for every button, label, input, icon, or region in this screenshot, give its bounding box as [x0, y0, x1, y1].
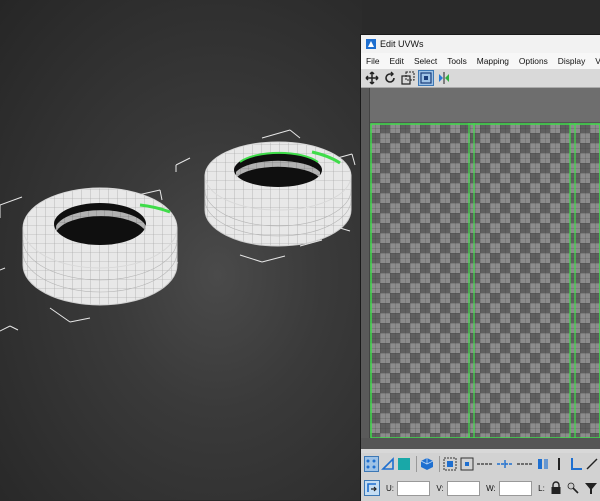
align-vertical-button[interactable] — [552, 456, 566, 472]
menu-file[interactable]: File — [361, 56, 385, 66]
ring-icon — [496, 460, 513, 468]
edge-loop-icon — [516, 463, 533, 465]
u-field[interactable] — [397, 480, 431, 496]
toolbar-separator — [416, 456, 417, 472]
menu-mapping[interactable]: Mapping — [472, 56, 514, 66]
scale-button[interactable] — [400, 70, 416, 86]
paint-select-icon — [537, 459, 548, 469]
toolbar-separator — [439, 456, 441, 472]
edit-uvws-window[interactable]: Edit UVWs File Edit Select Tools Mapping… — [360, 34, 600, 501]
selection-toolbar — [361, 453, 600, 475]
perspective-viewport[interactable] — [0, 0, 362, 500]
freeform-icon — [420, 72, 432, 84]
align-vertical-icon — [558, 458, 561, 470]
align-corner-icon — [570, 458, 582, 470]
tire-mesh-left[interactable] — [22, 187, 178, 306]
menu-bar: File Edit Select Tools Mapping Options D… — [361, 53, 600, 69]
element-select-button[interactable] — [420, 456, 434, 472]
move-button[interactable] — [364, 70, 380, 86]
face-icon — [397, 458, 410, 470]
mirror-icon — [439, 72, 449, 84]
face-select-button[interactable] — [397, 456, 411, 472]
w-field[interactable] — [498, 480, 533, 496]
element-cube-icon — [420, 458, 434, 470]
menu-select[interactable]: Select — [409, 56, 442, 66]
app-icon — [366, 39, 376, 49]
loop-icon — [476, 463, 493, 465]
u-label: U: — [386, 483, 394, 493]
align-edge-icon — [586, 458, 598, 470]
scale-icon — [401, 71, 415, 85]
hide-selection-button[interactable] — [566, 480, 582, 496]
v-label: V: — [436, 483, 444, 493]
hide-icon — [568, 482, 579, 494]
l-label: L: — [538, 483, 545, 493]
shrink-selection-icon — [460, 457, 474, 471]
absolute-mode-button[interactable] — [364, 480, 380, 496]
edge-select-button[interactable] — [380, 456, 395, 472]
w-label: W: — [486, 483, 496, 493]
align-horizontal-button[interactable] — [568, 456, 582, 472]
viewport-scene — [0, 129, 356, 332]
edge-icon — [380, 457, 394, 470]
editor-bottom-strip — [361, 438, 600, 449]
editor-left-strip — [361, 88, 370, 449]
menu-view[interactable]: View — [590, 56, 600, 66]
window-title: Edit UVWs — [380, 39, 424, 49]
absolute-offset-icon — [367, 483, 377, 492]
rotate-icon — [385, 71, 395, 83]
uv-editor-canvas[interactable] — [361, 88, 600, 449]
vertex-icon — [366, 459, 376, 469]
shrink-selection-button[interactable] — [459, 456, 474, 472]
tire-mesh-right[interactable] — [204, 141, 352, 247]
coordinates-toolbar: U: V: W: L: — [361, 475, 600, 501]
freeform-button[interactable] — [418, 70, 434, 86]
uv-checker-texture — [370, 123, 600, 439]
grow-selection-icon — [443, 457, 457, 471]
ring-selection-button[interactable] — [496, 456, 514, 472]
menu-edit[interactable]: Edit — [385, 56, 409, 66]
edge-loop-button[interactable] — [516, 456, 534, 472]
menu-display[interactable]: Display — [553, 56, 590, 66]
filter-icon — [585, 483, 598, 494]
rotate-button[interactable] — [382, 70, 398, 86]
align-edge-button[interactable] — [585, 456, 599, 472]
window-titlebar[interactable]: Edit UVWs — [361, 35, 600, 53]
filter-button[interactable] — [583, 480, 599, 496]
paint-select-button[interactable] — [536, 456, 550, 472]
v-field[interactable] — [446, 480, 481, 496]
vertex-select-button[interactable] — [364, 456, 379, 472]
menu-tools[interactable]: Tools — [442, 56, 472, 66]
loop-selection-button[interactable] — [476, 456, 494, 472]
menu-options[interactable]: Options — [514, 56, 553, 66]
lock-selection-button[interactable] — [548, 480, 564, 496]
mirror-button[interactable] — [436, 70, 452, 86]
transform-toolbar — [361, 69, 600, 88]
editor-top-band — [361, 88, 600, 123]
move-icon — [365, 71, 379, 85]
lock-icon — [551, 481, 561, 494]
grow-selection-button[interactable] — [443, 456, 457, 472]
